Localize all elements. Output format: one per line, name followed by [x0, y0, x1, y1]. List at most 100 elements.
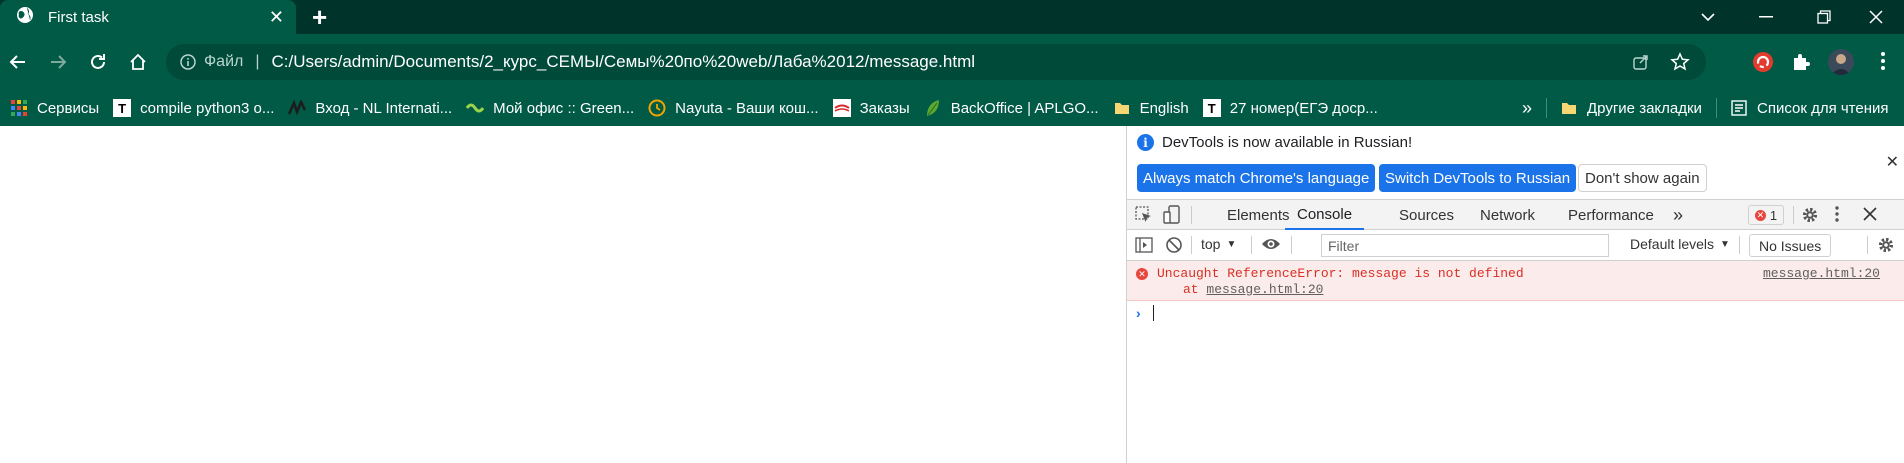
back-button[interactable] [4, 48, 32, 76]
close-icon[interactable]: ✕ [1886, 152, 1899, 172]
tab-first-task[interactable]: First task ✕ [0, 0, 296, 34]
bookmark-label: Список для чтения [1757, 99, 1889, 117]
home-button[interactable] [124, 48, 152, 76]
console-toolbar: top ▼ Default levels ▼ No Issues [1127, 230, 1904, 261]
filter-input[interactable] [1321, 234, 1609, 257]
new-tab-button[interactable]: + [312, 3, 327, 31]
leaf-icon [924, 99, 942, 117]
bookmark-label: Другие закладки [1587, 99, 1702, 117]
more-options-kebab-icon[interactable] [1835, 205, 1839, 223]
divider [1793, 206, 1794, 224]
greenway-logo-icon [466, 99, 485, 117]
devtools-tab-bar: Elements Console Sources Network Perform… [1127, 200, 1904, 230]
folder-icon [1560, 99, 1578, 117]
bookmark-orders[interactable]: Заказы [832, 99, 910, 117]
bookmark-label: 27 номер(ЕГЭ доср... [1229, 99, 1378, 117]
menu-kebab-icon[interactable] [1880, 50, 1886, 77]
devtools-language-infobar: i DevTools is now available in Russian! … [1127, 126, 1904, 200]
log-levels-dropdown[interactable]: Default levels ▼ [1630, 236, 1730, 252]
error-count: 1 [1769, 207, 1778, 223]
bookmark-compile-python[interactable]: T compile python3 o... [113, 99, 274, 117]
more-tabs-button[interactable]: » [1673, 200, 1683, 230]
site-info-chip[interactable]: Файл | [180, 53, 272, 71]
divider [1191, 206, 1192, 224]
bookmark-english[interactable]: English [1113, 99, 1189, 117]
minimize-button[interactable] [1738, 0, 1794, 34]
error-x-icon: ✕ [1754, 209, 1766, 221]
divider: | [255, 53, 260, 70]
reload-icon [91, 54, 105, 69]
issues-button[interactable]: No Issues [1749, 234, 1832, 257]
bookmark-my-office[interactable]: Мой офис :: Green... [466, 99, 634, 117]
chevrons-right-icon: » [1522, 97, 1533, 118]
bookmark-label: Nayuta - Ваши кош... [675, 99, 819, 117]
bookmark-label: BackOffice | APLGO... [950, 99, 1099, 117]
clear-console-icon[interactable] [1165, 236, 1183, 254]
live-expression-eye-icon[interactable] [1261, 236, 1281, 252]
tab-console[interactable]: Console [1285, 200, 1365, 230]
tab-search-button[interactable] [1680, 0, 1736, 34]
bookmarks-bar: Сервисы T compile python3 o... Вход - NL… [0, 90, 1904, 126]
dropdown-arrow-icon: ▼ [1720, 238, 1730, 250]
tab-strip: First task ✕ + [0, 0, 1904, 34]
arrow-right-icon [51, 55, 67, 69]
extension-red-icon[interactable] [1752, 51, 1774, 78]
log-levels-label: Default levels [1630, 236, 1715, 252]
divider [1716, 98, 1717, 118]
share-icon[interactable] [1632, 53, 1650, 76]
site-info-label: Файл [204, 53, 244, 70]
bookmark-backoffice[interactable]: BackOffice | APLGO... [924, 99, 1099, 117]
bookmark-label: Сервисы [37, 99, 100, 117]
tab-sources[interactable]: Sources [1399, 200, 1454, 230]
orders-logo-icon [832, 99, 851, 117]
bookmark-services[interactable]: Сервисы [10, 99, 99, 117]
bookmark-star-icon[interactable] [1670, 52, 1690, 77]
console-error-message: ✕ Uncaught ReferenceError: message is no… [1127, 261, 1904, 301]
always-match-language-button[interactable]: Always match Chrome's language [1137, 164, 1376, 192]
bookmark-other[interactable]: Другие закладки [1560, 99, 1702, 117]
devtools-panel: i DevTools is now available in Russian! … [1126, 126, 1904, 463]
t-logo-icon: T [1202, 99, 1221, 117]
console-sidebar-icon[interactable] [1135, 236, 1153, 254]
bookmark-nl-international[interactable]: Вход - NL Internati... [288, 99, 452, 117]
context-selector[interactable]: top ▼ [1201, 236, 1236, 252]
tab-close-icon[interactable]: ✕ [269, 7, 284, 27]
window-close-button[interactable] [1848, 0, 1904, 34]
tab-performance[interactable]: Performance [1568, 200, 1654, 230]
bookmark-label: compile python3 o... [140, 99, 275, 117]
tab-network[interactable]: Network [1480, 200, 1535, 230]
close-icon [1869, 10, 1883, 24]
close-devtools-icon[interactable] [1863, 207, 1877, 221]
extensions-puzzle-icon[interactable] [1791, 52, 1811, 77]
avatar[interactable] [1828, 49, 1854, 75]
prompt-chevron-icon: › [1136, 305, 1141, 321]
inspect-element-icon[interactable] [1135, 206, 1153, 224]
bookmark-27-nomer[interactable]: T 27 номер(ЕГЭ доср... [1202, 99, 1378, 117]
error-count-badge[interactable]: ✕ 1 [1748, 205, 1784, 225]
dont-show-again-button[interactable]: Don't show again [1578, 164, 1707, 192]
bookmark-label: Вход - NL Internati... [315, 99, 453, 117]
trace-link[interactable]: message.html:20 [1206, 282, 1323, 297]
bookmark-nayuta[interactable]: Nayuta - Ваши кош... [648, 99, 819, 117]
dropdown-arrow-icon: ▼ [1226, 238, 1237, 250]
apps-grid-icon [10, 99, 28, 117]
tab-elements[interactable]: Elements [1227, 200, 1290, 230]
console-settings-gear-icon[interactable] [1877, 236, 1895, 254]
tab-title: First task [48, 8, 109, 26]
trace-prefix: at [1183, 282, 1207, 297]
home-icon [130, 53, 146, 70]
maximize-button[interactable] [1796, 0, 1852, 34]
address-bar[interactable]: Файл | C:/Users/admin/Documents/2_курс_С… [166, 44, 1706, 80]
forward-button[interactable] [44, 48, 72, 76]
page-viewport[interactable] [0, 126, 1126, 463]
minimize-icon [1759, 16, 1773, 18]
settings-gear-icon[interactable] [1801, 206, 1819, 224]
url-text[interactable]: C:/Users/admin/Documents/2_курс_СЕМЫ/Сем… [272, 52, 976, 72]
error-source-link[interactable]: message.html:20 [1763, 266, 1880, 281]
device-toolbar-icon[interactable] [1163, 205, 1181, 225]
reading-list-button[interactable]: Список для чтения [1730, 99, 1889, 117]
reload-button[interactable] [84, 48, 112, 76]
bookmarks-more-button[interactable]: » [1522, 98, 1532, 119]
switch-to-russian-button[interactable]: Switch DevTools to Russian [1379, 164, 1577, 192]
console-prompt[interactable]: › [1127, 302, 1904, 324]
